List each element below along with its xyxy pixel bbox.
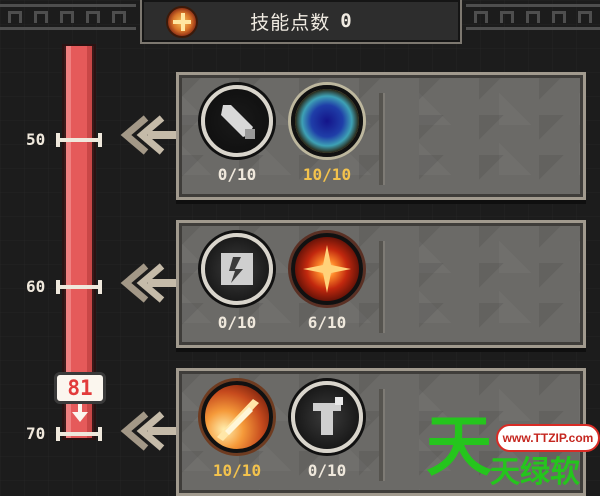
skill-level: 0/10 — [217, 165, 257, 184]
skill-slot[interactable]: 6/10 — [287, 233, 367, 332]
current-level-value: 81 — [67, 376, 93, 400]
level-tick-label: 70 — [26, 424, 46, 443]
slash-icon[interactable] — [201, 381, 273, 453]
watermark-url: www.TTZIP.com — [496, 424, 600, 452]
level-tick — [56, 427, 102, 441]
skill-level: 6/10 — [307, 313, 347, 332]
skill-level: 10/10 — [302, 165, 352, 184]
panel-divider — [379, 389, 383, 481]
current-level-marker: 81 — [54, 372, 106, 404]
skill-level: 10/10 — [212, 461, 262, 480]
cross-orb-icon — [166, 6, 198, 38]
level-pointer-icon — [72, 404, 88, 422]
skill-slot[interactable]: 10/10 — [287, 85, 367, 184]
level-tick-label: 60 — [26, 277, 46, 296]
watermark-text: 天绿软 — [490, 455, 580, 490]
armor-icon[interactable] — [291, 381, 363, 453]
watermark-big-char: 天 — [426, 408, 492, 485]
panel-divider — [379, 93, 383, 185]
skill-points-label: 技能点数 — [250, 11, 331, 34]
skill-level: 0/10 — [307, 461, 347, 480]
level-tick — [56, 280, 102, 294]
skill-slot[interactable]: 0/10 — [287, 381, 367, 480]
site-watermark: 天 www.TTZIP.com 天绿软 — [424, 414, 600, 496]
burst-icon[interactable] — [291, 233, 363, 305]
top-border-ornament-left — [0, 4, 136, 30]
level-tick — [56, 133, 102, 147]
skill-tier-panel: 0/10 10/10 — [176, 72, 586, 200]
skill-tier-panel: 0/10 6/10 — [176, 220, 586, 348]
skill-points-header: 技能点数 0 — [140, 0, 462, 44]
rune-icon[interactable] — [201, 233, 273, 305]
level-tick-label: 50 — [26, 130, 46, 149]
skill-level: 0/10 — [217, 313, 257, 332]
top-border-ornament-right — [466, 4, 600, 30]
orb-icon[interactable] — [291, 85, 363, 157]
skill-points-value: 0 — [340, 10, 352, 32]
panel-divider — [379, 241, 383, 333]
skill-slot[interactable]: 0/10 — [197, 233, 277, 332]
skill-slot[interactable]: 10/10 — [197, 381, 277, 480]
skill-slot[interactable]: 0/10 — [197, 85, 277, 184]
sword-icon[interactable] — [201, 85, 273, 157]
